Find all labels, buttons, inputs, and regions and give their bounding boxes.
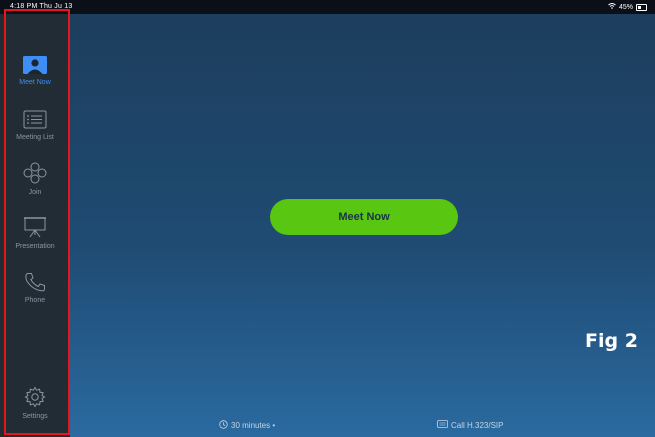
sidebar-item-settings[interactable]: Settings [0, 386, 70, 420]
call-label: Call H.323/SIP [451, 420, 504, 430]
sidebar-item-label: Presentation [15, 243, 55, 250]
sidebar-item-label: Meet Now [19, 79, 51, 86]
sidebar-item-label: Phone [24, 297, 46, 304]
sidebar-item-phone[interactable]: Phone [0, 272, 70, 304]
sidebar-item-join[interactable]: Join [0, 162, 70, 196]
status-bar: 4:18 PM Thu Ju 13 45% [0, 0, 655, 14]
figure-label: Fig 2 [585, 330, 638, 352]
meet-now-button[interactable]: Meet Now [270, 199, 458, 235]
sidebar-item-label: Settings [22, 413, 48, 420]
sidebar-item-presentation[interactable]: Presentation [0, 216, 70, 250]
clock-icon [219, 420, 228, 431]
call-h323-sip-button[interactable]: Call H.323/SIP [437, 420, 503, 430]
phone-icon [24, 272, 46, 294]
status-time: 4:18 PM Thu Ju 13 [10, 3, 73, 10]
presentation-icon [23, 216, 47, 240]
main-panel: Meet Now Fig 2 30 minutes • Call H.323/S… [70, 14, 655, 437]
gear-icon [24, 386, 46, 410]
sidebar-item-label: Join [28, 189, 42, 196]
duration-label: 30 minutes • [231, 421, 276, 430]
duration-selector[interactable]: 30 minutes • [219, 420, 275, 431]
battery-percent: 45% [618, 3, 633, 11]
sidebar-item-meeting-list[interactable]: Meeting List [0, 110, 70, 141]
sidebar-item-label: Meeting List [16, 134, 54, 141]
meeting-list-icon [23, 110, 47, 131]
keypad-icon [437, 420, 448, 430]
status-right: 45% [608, 3, 647, 11]
join-icon [23, 162, 47, 186]
meet-now-icon [23, 56, 47, 76]
sidebar-item-meet-now[interactable]: Meet Now [0, 56, 70, 86]
wifi-icon [608, 3, 616, 11]
sidebar: Meet Now Meeting List Join Presentation … [0, 14, 70, 437]
battery-icon [636, 3, 647, 11]
